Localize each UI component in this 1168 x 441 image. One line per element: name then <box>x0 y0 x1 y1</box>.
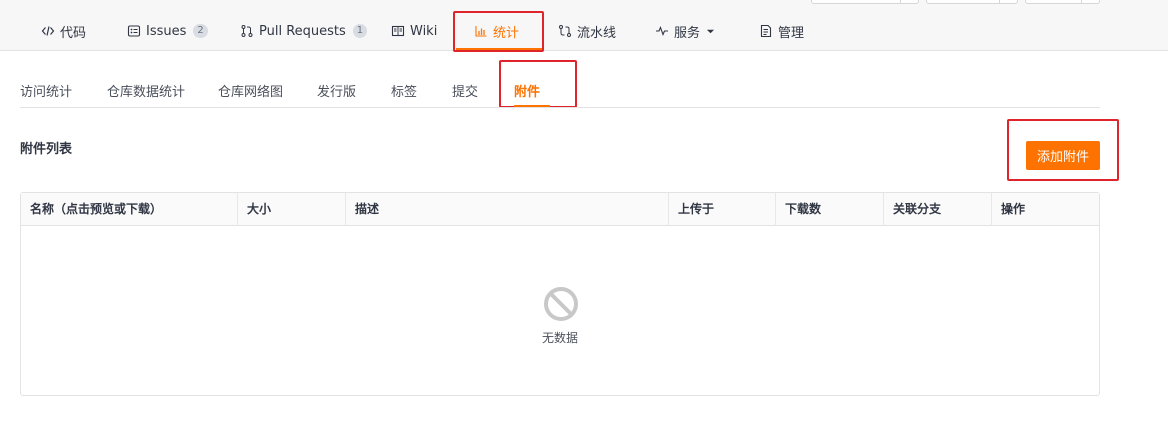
empty-state-text: 无数据 <box>541 331 578 345</box>
tab-pull-requests-label: Pull Requests <box>259 23 346 39</box>
column-header-description[interactable]: 描述 <box>346 193 669 226</box>
tab-pipeline[interactable]: 流水线 <box>558 19 616 43</box>
column-header-uploaded-at[interactable]: 上传于 <box>669 193 776 226</box>
tab-pipeline-label: 流水线 <box>577 25 617 41</box>
watch-button[interactable] <box>811 0 919 4</box>
book-icon <box>391 24 405 38</box>
subtab-commits[interactable]: 提交 <box>452 81 478 100</box>
bar-chart-icon <box>474 24 488 38</box>
tab-statistics[interactable]: 统计 <box>474 19 519 43</box>
page-title: 附件列表 <box>20 142 73 157</box>
tab-pull-requests[interactable]: Pull Requests 1 <box>240 19 368 43</box>
column-header-branch[interactable]: 关联分支 <box>884 193 992 226</box>
table-header: 名称（点击预览或下载） 大小 描述 上传于 下载数 关联分支 操作 <box>21 193 1099 226</box>
subtab-repo-data-stats[interactable]: 仓库数据统计 <box>107 81 185 100</box>
tab-issues[interactable]: Issues 2 <box>127 19 208 43</box>
document-icon <box>759 24 773 38</box>
pull-requests-count-badge: 1 <box>352 24 368 38</box>
subtab-visit-stats[interactable]: 访问统计 <box>20 81 72 100</box>
tab-issues-label: Issues <box>146 23 187 39</box>
tab-wiki-label: Wiki <box>410 23 438 39</box>
pulse-icon <box>655 24 669 38</box>
subtab-releases[interactable]: 发行版 <box>317 81 356 100</box>
no-data-icon <box>544 287 578 321</box>
tab-code[interactable]: 代码 <box>41 19 86 43</box>
fork-button[interactable] <box>1025 0 1100 4</box>
pull-request-icon <box>240 24 254 38</box>
subtab-repo-network[interactable]: 仓库网络图 <box>218 81 283 100</box>
column-header-actions: 操作 <box>1001 202 1026 216</box>
tab-services[interactable]: 服务 <box>655 19 715 43</box>
column-header-name[interactable]: 名称（点击预览或下载） <box>21 193 238 226</box>
active-subtab-indicator <box>514 105 550 107</box>
repo-nav-bar: 代码 Issues 2 Pull Requests 1 Wiki 统计 流水线 <box>0 0 1168 51</box>
tab-services-label: 服务 <box>674 25 701 41</box>
star-button[interactable] <box>926 0 1018 4</box>
active-tab-indicator <box>456 48 542 51</box>
tab-wiki[interactable]: Wiki <box>391 19 437 43</box>
attachments-table: 名称（点击预览或下载） 大小 描述 上传于 下载数 关联分支 操作 无数据 <box>20 192 1100 396</box>
caret-down-icon <box>705 24 715 38</box>
issues-icon <box>127 24 141 38</box>
issues-count-badge: 2 <box>193 24 208 38</box>
tab-statistics-label: 统计 <box>493 25 520 41</box>
statistics-subnav: 访问统计 仓库数据统计 仓库网络图 发行版 标签 提交 附件 <box>20 70 1100 108</box>
subtab-attachments[interactable]: 附件 <box>514 81 540 100</box>
column-header-downloads[interactable]: 下载数 <box>776 193 884 226</box>
tab-code-label: 代码 <box>60 25 87 41</box>
pipeline-icon <box>558 24 572 38</box>
add-attachment-button[interactable]: 添加附件 <box>1026 141 1100 170</box>
tab-manage[interactable]: 管理 <box>759 19 804 43</box>
subtab-tags[interactable]: 标签 <box>391 81 417 100</box>
column-header-size[interactable]: 大小 <box>238 193 346 226</box>
tab-manage-label: 管理 <box>778 25 805 41</box>
code-icon <box>41 24 55 38</box>
